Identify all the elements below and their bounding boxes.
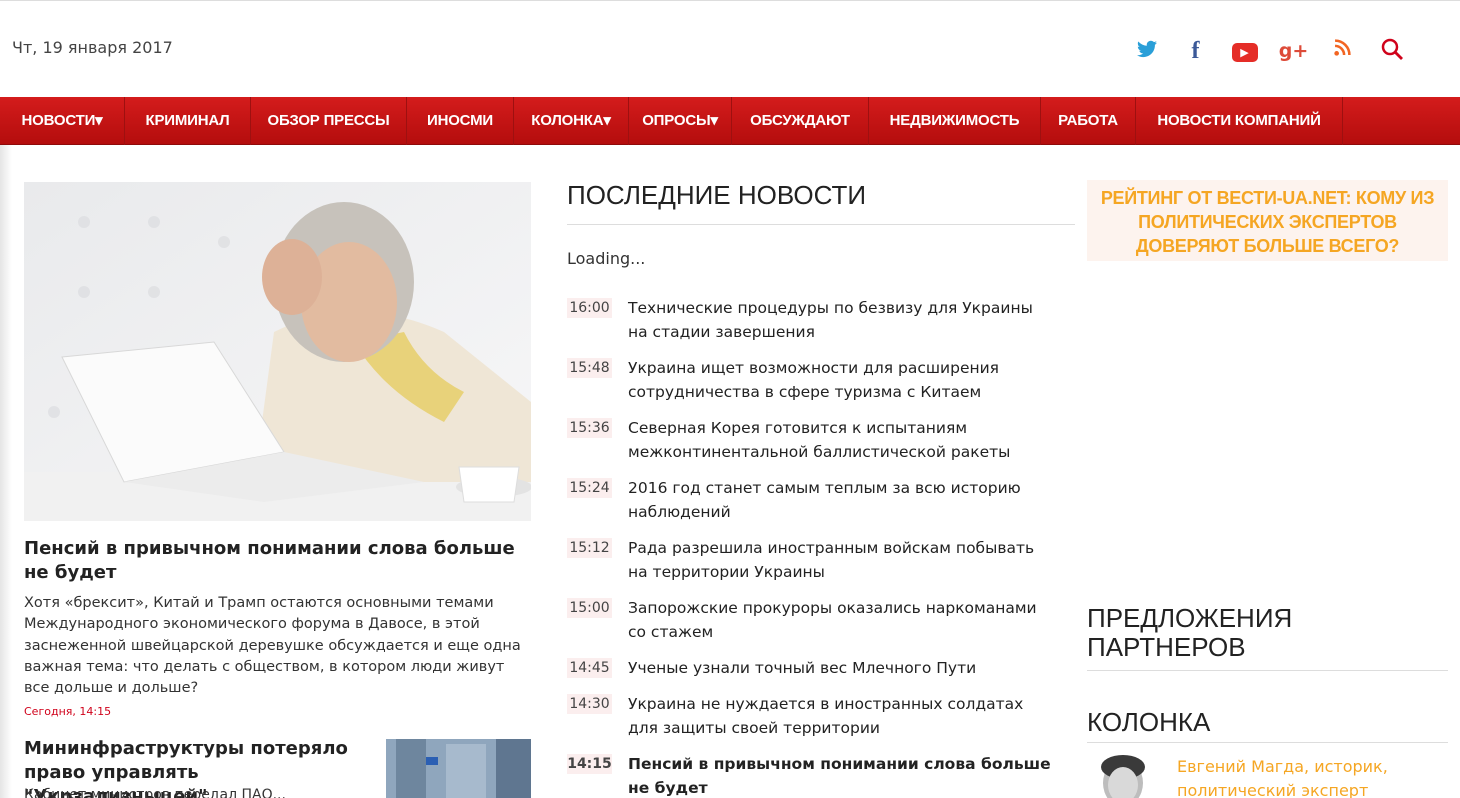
hero-timestamp: Сегодня, 14:15 xyxy=(24,705,112,718)
latest-news-list: 16:00 Технические процедуры по безвизу д… xyxy=(567,296,1057,798)
list-item[interactable]: 15:24 2016 год станет самым теплым за вс… xyxy=(567,476,1057,524)
hero-excerpt: Хотя «брексит», Китай и Трамп остаются о… xyxy=(24,595,521,697)
nav-item-novosti-kompaniy[interactable]: НОВОСТИ КОМПАНИЙ xyxy=(1136,97,1343,145)
facebook-icon[interactable]: f xyxy=(1171,37,1220,65)
youtube-icon[interactable]: ▶ xyxy=(1220,37,1269,65)
list-item[interactable]: 16:00 Технические процедуры по безвизу д… xyxy=(567,296,1057,344)
nav-item-obsuzhdayut[interactable]: ОБСУЖДАЮТ xyxy=(732,97,869,145)
news-title[interactable]: Пенсий в привычном понимании слова больш… xyxy=(628,752,1057,798)
column-author[interactable]: Евгений Магда, историк, политический экс… xyxy=(1177,755,1437,798)
hero-photo[interactable] xyxy=(24,182,531,521)
second-article-excerpt: Кабинет министров передал ПАО... xyxy=(24,787,286,798)
nav-item-kolonka[interactable]: КОЛОНКА▾ xyxy=(514,97,629,145)
partners-heading: ПРЕДЛОЖЕНИЯ ПАРТНЕРОВ xyxy=(1087,603,1293,662)
second-article-photo[interactable] xyxy=(386,739,531,798)
list-item[interactable]: 14:30 Украина не нуждается в иностранных… xyxy=(567,692,1057,740)
kolonka-heading: КОЛОНКА xyxy=(1087,707,1211,737)
news-time: 16:00 xyxy=(567,298,612,318)
news-time: 14:45 xyxy=(567,658,612,678)
news-time: 15:48 xyxy=(567,358,612,378)
news-title[interactable]: Ученые узнали точный вес Млечного Пути xyxy=(628,656,1057,680)
avatar[interactable] xyxy=(1087,755,1157,798)
loading-text: Loading... xyxy=(567,249,646,268)
twitter-icon[interactable] xyxy=(1122,37,1171,65)
nav-item-kriminal[interactable]: КРИМИНАЛ xyxy=(125,97,251,145)
news-title[interactable]: 2016 год станет самым теплым за всю исто… xyxy=(628,476,1057,524)
nav-item-rabota[interactable]: РАБОТА xyxy=(1041,97,1136,145)
divider xyxy=(567,224,1075,225)
news-time: 15:24 xyxy=(567,478,612,498)
divider xyxy=(1087,742,1448,743)
social-links: f ▶ g+ xyxy=(1122,37,1416,65)
news-time: 15:12 xyxy=(567,538,612,558)
left-shadow xyxy=(0,145,12,798)
top-bar: Чт, 19 января 2017 f ▶ g+ xyxy=(0,0,1460,97)
news-time: 15:36 xyxy=(567,418,612,438)
news-title[interactable]: Северная Корея готовится к испытаниям ме… xyxy=(628,416,1057,464)
rss-icon[interactable] xyxy=(1318,37,1367,65)
news-title[interactable]: Украина не нуждается в иностранных солда… xyxy=(628,692,1057,740)
news-title[interactable]: Украина ищет возможности для расширения … xyxy=(628,356,1057,404)
list-item[interactable]: 15:48 Украина ищет возможности для расши… xyxy=(567,356,1057,404)
nav-item-oprosy[interactable]: ОПРОСЫ▾ xyxy=(629,97,732,145)
list-item[interactable]: 14:15 Пенсий в привычном понимании слова… xyxy=(567,752,1057,798)
latest-news-heading: ПОСЛЕДНИЕ НОВОСТИ xyxy=(567,180,867,210)
news-time: 14:30 xyxy=(567,694,612,714)
nav-item-nedvizhimost[interactable]: НЕДВИЖИМОСТЬ xyxy=(869,97,1041,145)
list-item[interactable]: 15:00 Запорожские прокуроры оказались на… xyxy=(567,596,1057,644)
divider xyxy=(1087,670,1448,671)
nav-item-novosti[interactable]: НОВОСТИ▾ xyxy=(0,97,125,145)
list-item[interactable]: 15:12 Рада разрешила иностранным войскам… xyxy=(567,536,1057,584)
news-time: 14:15 xyxy=(567,754,612,774)
news-title[interactable]: Рада разрешила иностранным войскам побыв… xyxy=(628,536,1057,584)
list-item[interactable]: 15:36 Северная Корея готовится к испытан… xyxy=(567,416,1057,464)
news-time: 15:00 xyxy=(567,598,612,618)
hero-title[interactable]: Пенсий в привычном понимании слова больш… xyxy=(24,537,524,585)
nav-item-obzor-pressy[interactable]: ОБЗОР ПРЕССЫ xyxy=(251,97,407,145)
nav-item-inosmi[interactable]: ИНОСМИ xyxy=(407,97,514,145)
google-plus-icon[interactable]: g+ xyxy=(1269,37,1318,65)
rating-promo-banner[interactable]: РЕЙТИНГ ОТ ВЕСТИ-UA.NET: КОМУ ИЗ ПОЛИТИЧ… xyxy=(1087,180,1448,261)
news-title[interactable]: Технические процедуры по безвизу для Укр… xyxy=(628,296,1057,344)
search-icon[interactable] xyxy=(1367,37,1416,65)
current-date: Чт, 19 января 2017 xyxy=(12,38,173,57)
list-item[interactable]: 14:45 Ученые узнали точный вес Млечного … xyxy=(567,656,1057,680)
news-title[interactable]: Запорожские прокуроры оказались наркоман… xyxy=(628,596,1057,644)
main-nav: НОВОСТИ▾ КРИМИНАЛ ОБЗОР ПРЕССЫ ИНОСМИ КО… xyxy=(0,97,1460,145)
